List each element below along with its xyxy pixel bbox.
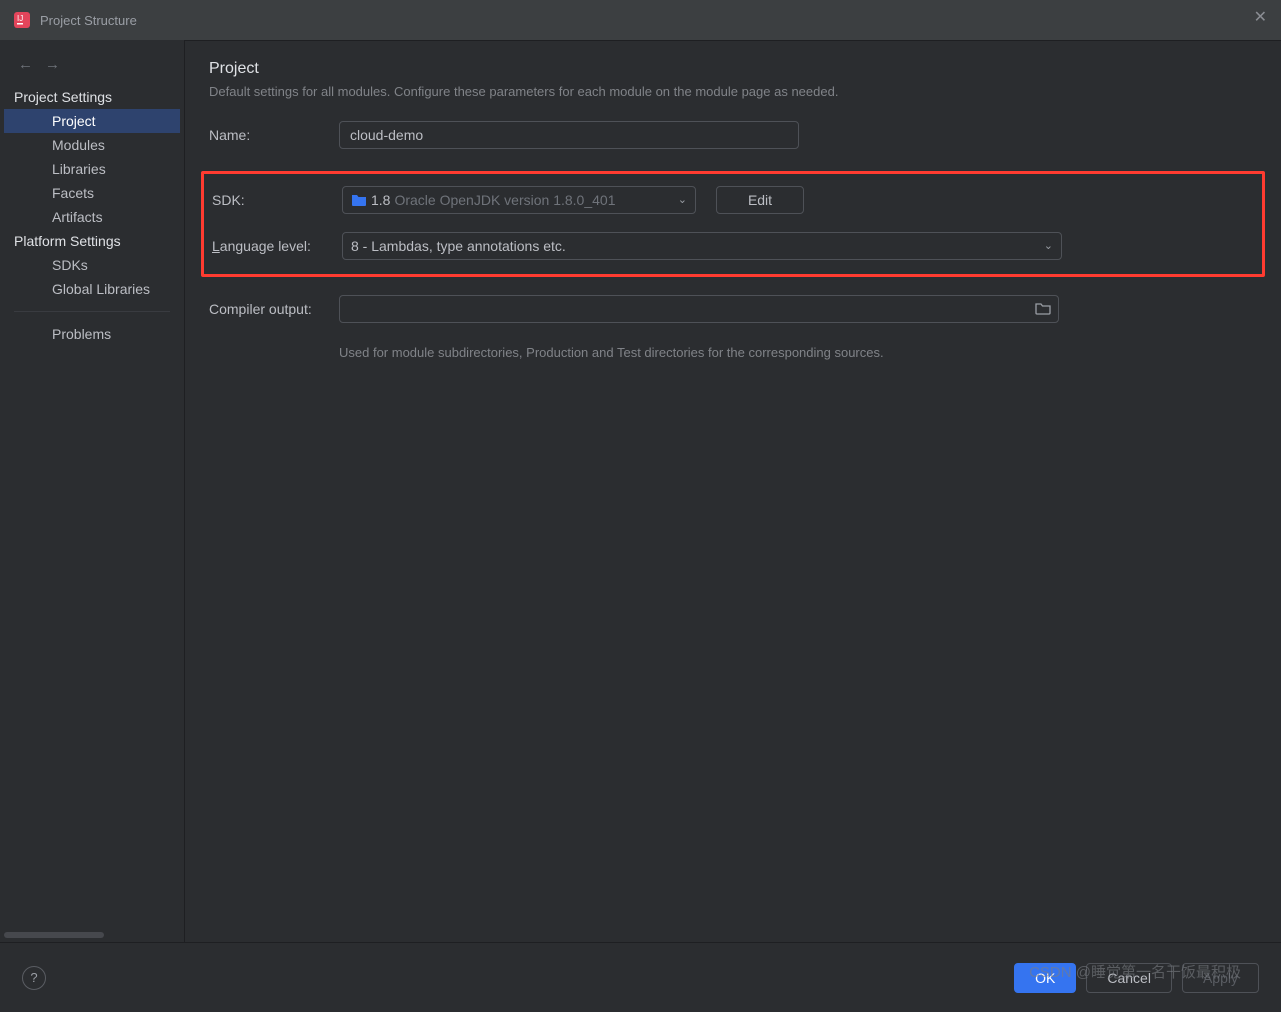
row-compiler-output: Compiler output: (209, 295, 1257, 323)
compiler-output-wrapper (339, 295, 1059, 323)
compiler-output-help: Used for module subdirectories, Producti… (339, 345, 1257, 360)
sidebar-item-libraries[interactable]: Libraries (0, 157, 184, 181)
nav-history: ← → (0, 50, 184, 85)
titlebar: IJ Project Structure ✕ (0, 0, 1281, 41)
row-language-level: Language level: 8 - Lambdas, type annota… (204, 232, 1262, 260)
apply-button[interactable]: Apply (1182, 963, 1259, 993)
row-sdk: SDK: 1.8 Oracle OpenJDK version 1.8.0_40… (204, 186, 1262, 214)
language-level-dropdown[interactable]: 8 - Lambdas, type annotations etc. ⌄ (342, 232, 1062, 260)
highlight-box: SDK: 1.8 Oracle OpenJDK version 1.8.0_40… (201, 171, 1265, 277)
close-icon[interactable]: ✕ (1254, 10, 1267, 26)
chevron-down-icon: ⌄ (1044, 239, 1053, 252)
name-input[interactable] (339, 121, 799, 149)
row-name: Name: (209, 121, 1257, 149)
sidebar-section-project-settings: Project Settings (0, 85, 184, 109)
language-level-text: 8 - Lambdas, type annotations etc. (351, 238, 566, 254)
sidebar-item-modules[interactable]: Modules (0, 133, 184, 157)
app-icon: IJ (14, 12, 30, 28)
page-description: Default settings for all modules. Config… (209, 84, 1257, 99)
body-area: ← → Project Settings Project Modules Lib… (0, 40, 1281, 942)
sidebar-separator (14, 311, 170, 312)
label-name: Name: (209, 127, 339, 143)
folder-icon (351, 193, 367, 207)
sidebar-item-artifacts[interactable]: Artifacts (0, 205, 184, 229)
back-icon[interactable]: ← (18, 56, 33, 73)
window-title: Project Structure (40, 13, 137, 28)
sidebar-item-project[interactable]: Project (4, 109, 180, 133)
page-title: Project (209, 60, 1257, 78)
content-panel: Project Default settings for all modules… (185, 40, 1281, 942)
help-icon[interactable]: ? (22, 966, 46, 990)
sidebar-item-sdks[interactable]: SDKs (0, 253, 184, 277)
label-sdk: SDK: (212, 192, 342, 208)
ok-button[interactable]: OK (1014, 963, 1076, 993)
chevron-down-icon: ⌄ (678, 193, 687, 206)
edit-button[interactable]: Edit (716, 186, 804, 214)
sidebar-item-global-libraries[interactable]: Global Libraries (0, 277, 184, 301)
forward-icon[interactable]: → (45, 56, 60, 73)
sidebar-item-problems[interactable]: Problems (0, 322, 184, 346)
cancel-button[interactable]: Cancel (1086, 963, 1172, 993)
sidebar-scrollbar[interactable] (4, 932, 104, 938)
label-language-level: Language level: (212, 238, 342, 254)
sidebar: ← → Project Settings Project Modules Lib… (0, 40, 185, 942)
sidebar-item-facets[interactable]: Facets (0, 181, 184, 205)
sidebar-section-platform-settings: Platform Settings (0, 229, 184, 253)
sdk-version-text: 1.8 (371, 192, 390, 208)
sdk-dropdown[interactable]: 1.8 Oracle OpenJDK version 1.8.0_401 ⌄ (342, 186, 696, 214)
label-compiler-output: Compiler output: (209, 301, 339, 317)
svg-text:IJ: IJ (17, 14, 23, 23)
browse-folder-icon[interactable] (1035, 301, 1051, 318)
compiler-output-input[interactable] (339, 295, 1059, 323)
sdk-detail-text: Oracle OpenJDK version 1.8.0_401 (394, 192, 615, 208)
bottom-bar: ? OK Cancel Apply (0, 942, 1281, 1012)
